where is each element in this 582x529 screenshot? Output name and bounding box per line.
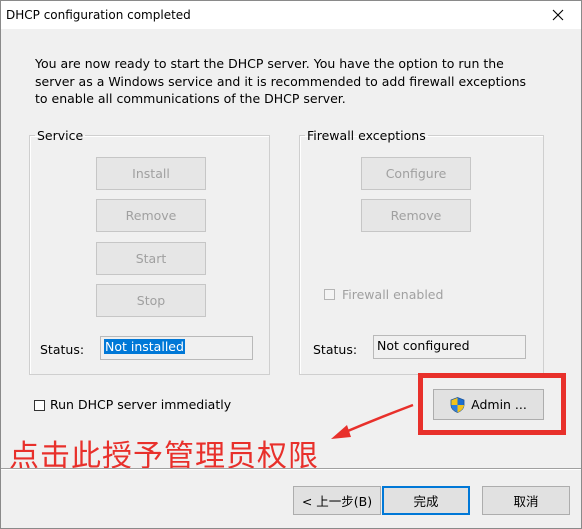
footer-separator [1, 468, 581, 470]
firewall-status-label: Status: [313, 342, 358, 357]
stop-button[interactable]: Stop [96, 284, 206, 317]
service-status-value: Not installed [104, 339, 185, 354]
cancel-button[interactable]: 取消 [482, 486, 570, 515]
firewall-legend: Firewall exceptions [307, 128, 426, 143]
remove-service-button[interactable]: Remove [96, 199, 206, 232]
close-icon [552, 9, 564, 21]
install-button[interactable]: Install [96, 157, 206, 190]
start-button[interactable]: Start [96, 242, 206, 275]
window-title: DHCP configuration completed [6, 8, 191, 22]
highlight-box [418, 373, 566, 435]
service-status-label: Status: [40, 342, 85, 357]
run-immediately-label: Run DHCP server immediatly [50, 397, 232, 412]
annotation-arrow [331, 403, 414, 439]
intro-text: You are now ready to start the DHCP serv… [35, 56, 527, 106]
title-bar: DHCP configuration completed [1, 1, 581, 29]
firewall-enabled-checkbox[interactable] [324, 289, 335, 300]
firewall-enabled-label: Firewall enabled [342, 287, 444, 302]
back-button[interactable]: < 上一步(B) [293, 486, 381, 515]
firewall-status-field[interactable]: Not configured [373, 335, 526, 359]
run-immediately-checkbox[interactable] [34, 400, 45, 411]
close-button[interactable] [535, 1, 581, 29]
service-status-field[interactable]: Not installed [100, 336, 253, 360]
dialog-window: DHCP configuration completed You are now… [0, 0, 582, 529]
service-legend: Service [37, 128, 84, 143]
configure-button[interactable]: Configure [361, 157, 471, 190]
remove-firewall-button[interactable]: Remove [361, 199, 471, 232]
finish-button[interactable]: 完成 [382, 486, 470, 515]
